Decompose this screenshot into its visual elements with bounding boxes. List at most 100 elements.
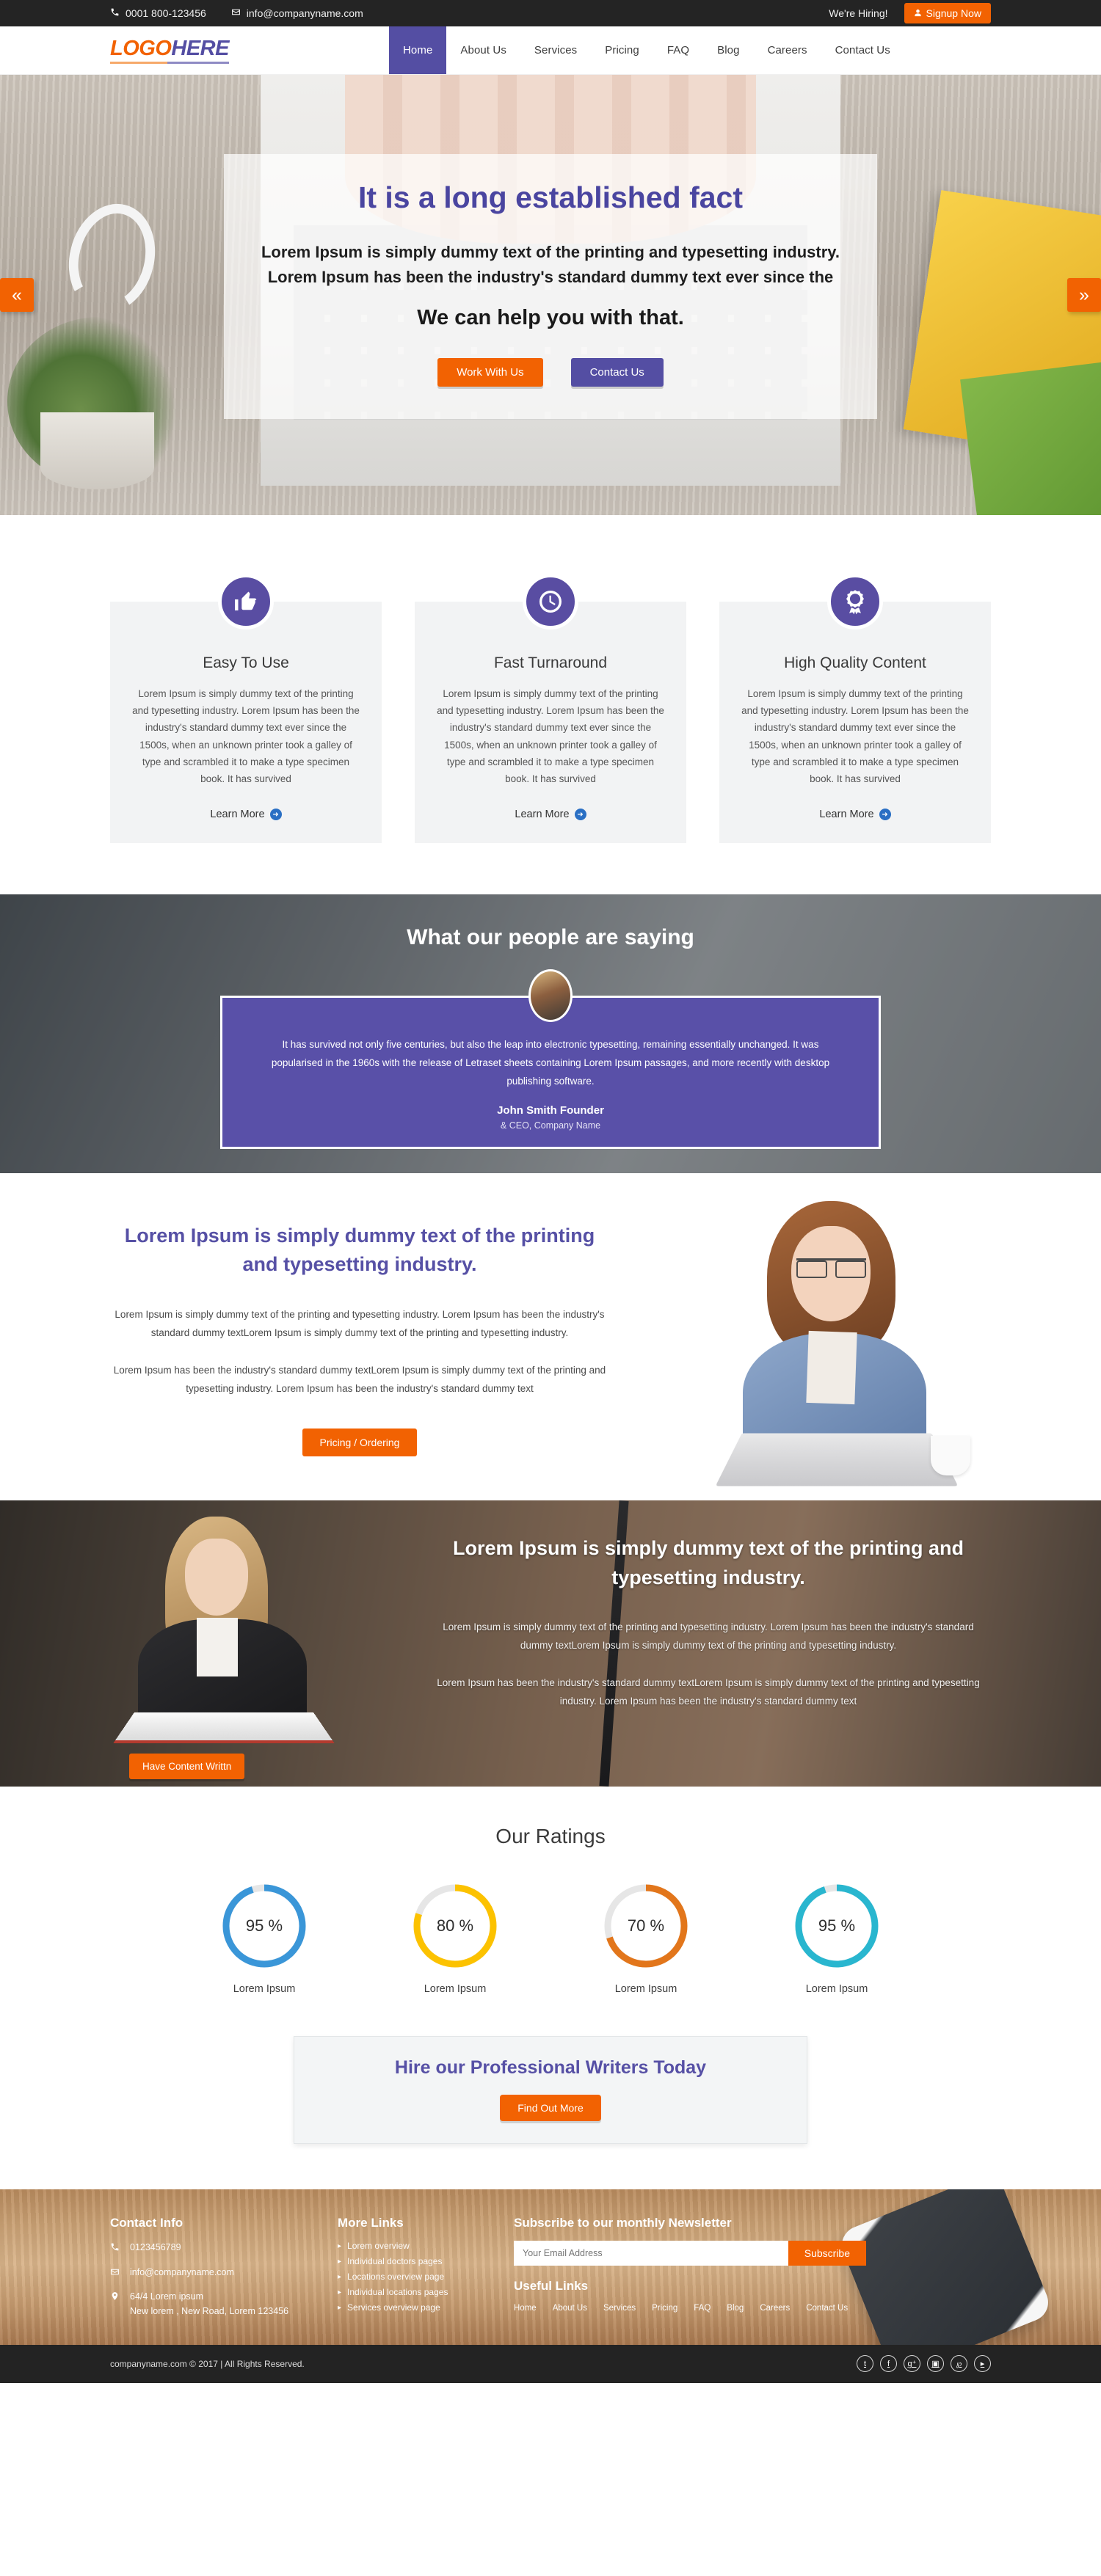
footer-contact-heading: Contact Info xyxy=(110,2216,184,2230)
nav-item-pricing[interactable]: Pricing xyxy=(591,26,653,74)
nav-item-about-us[interactable]: About Us xyxy=(446,26,520,74)
useful-link-careers[interactable]: Careers xyxy=(760,2304,790,2313)
learn-more-link[interactable]: Learn More ➜ xyxy=(819,809,891,821)
footer-email-item[interactable]: info@companyname.com xyxy=(110,2266,338,2281)
learn-more-link[interactable]: Learn More ➜ xyxy=(515,809,586,821)
footer-link[interactable]: Locations overview page xyxy=(347,2272,444,2282)
newsletter-form: Subscribe xyxy=(514,2241,866,2266)
award-ribbon-icon xyxy=(827,574,883,630)
rating-label: Lorem Ipsum xyxy=(233,1983,296,1996)
useful-link-blog[interactable]: Blog xyxy=(727,2304,744,2313)
useful-link-home[interactable]: Home xyxy=(514,2304,537,2313)
list-item: ▸ Lorem overview xyxy=(338,2241,514,2251)
have-content-written-button[interactable]: Have Content Writtn xyxy=(129,1754,245,1780)
footer-link[interactable]: Services overview page xyxy=(347,2302,440,2313)
user-icon xyxy=(914,7,922,19)
phone-icon xyxy=(110,7,120,19)
rating-value: 95 % xyxy=(245,1916,283,1935)
google-plus-icon[interactable]: g⁺ xyxy=(904,2355,920,2373)
top-bar-contacts: 0001 800-123456 info@companyname.com xyxy=(110,7,363,19)
useful-link-about-us[interactable]: About Us xyxy=(553,2304,587,2313)
nav-item-services[interactable]: Services xyxy=(520,26,591,74)
useful-link-contact-us[interactable]: Contact Us xyxy=(806,2304,848,2313)
list-item: ▸ Locations overview page xyxy=(338,2272,514,2282)
youtube-icon[interactable]: ▸ xyxy=(974,2355,991,2373)
carousel-next-icon[interactable]: » xyxy=(1067,278,1101,312)
feature-text: Lorem Ipsum is simply dummy text of the … xyxy=(437,688,664,785)
list-item: ▸ Individual doctors pages xyxy=(338,2256,514,2266)
subscribe-button[interactable]: Subscribe xyxy=(788,2241,866,2266)
thumbs-up-icon xyxy=(218,574,274,630)
about-paragraph-2: Lorem Ipsum has been the industry's stan… xyxy=(113,1364,606,1394)
topbar-phone[interactable]: 0001 800-123456 xyxy=(110,7,206,19)
content-writing-cta-section: Have Content Writtn Lorem Ipsum is simpl… xyxy=(0,1500,1101,1787)
rating-item: 70 % Lorem Ipsum xyxy=(591,1882,701,1995)
about-title: Lorem Ipsum is simply dummy text of the … xyxy=(124,1225,595,1276)
envelope-icon xyxy=(110,2266,120,2281)
find-out-more-button[interactable]: Find Out More xyxy=(500,2095,601,2122)
learn-more-label: Learn More xyxy=(210,809,265,821)
useful-link-faq[interactable]: FAQ xyxy=(694,2304,711,2313)
main-navbar: LOGOHERE Home About Us Services Pricing … xyxy=(0,26,1101,75)
footer-link[interactable]: Individual doctors pages xyxy=(347,2256,442,2266)
rating-label: Lorem Ipsum xyxy=(424,1983,487,1996)
work-with-us-button[interactable]: Work With Us xyxy=(437,358,543,387)
features-section: Easy To Use Lorem Ipsum is simply dummy … xyxy=(0,515,1101,895)
footer-link[interactable]: Lorem overview xyxy=(347,2241,410,2251)
arrow-right-icon: ➜ xyxy=(879,809,891,821)
testimonial-quote: It has survived not only five centuries,… xyxy=(271,1039,830,1087)
useful-link-pricing[interactable]: Pricing xyxy=(652,2304,677,2313)
useful-links-list: Home About Us Services Pricing FAQ Blog … xyxy=(514,2304,954,2313)
caret-right-icon: ▸ xyxy=(338,2288,342,2296)
testimonial-section: What our people are saying It has surviv… xyxy=(0,894,1101,1174)
useful-links-heading: Useful Links xyxy=(514,2279,589,2294)
hire-cta-title: Hire our Professional Writers Today xyxy=(394,2057,707,2079)
topbar-email[interactable]: info@companyname.com xyxy=(231,7,363,19)
rating-donut: 80 % xyxy=(411,1882,499,1970)
list-item: ▸ Individual locations pages xyxy=(338,2287,514,2297)
nav-menu: Home About Us Services Pricing FAQ Blog … xyxy=(389,26,904,74)
logo-text-primary: LOGO xyxy=(110,37,172,60)
pricing-ordering-button[interactable]: Pricing / Ordering xyxy=(302,1429,418,1457)
feature-text: Lorem Ipsum is simply dummy text of the … xyxy=(741,688,969,785)
footer-link[interactable]: Individual locations pages xyxy=(347,2287,448,2297)
nav-item-home[interactable]: Home xyxy=(389,26,447,74)
envelope-icon xyxy=(231,7,241,19)
instagram-icon[interactable]: ▣ xyxy=(927,2355,944,2373)
footer-address-line-1: 64/4 Lorem ipsum xyxy=(130,2291,204,2302)
twitter-icon[interactable]: t xyxy=(857,2355,873,2373)
footer-links-heading: More Links xyxy=(338,2216,404,2230)
facebook-icon[interactable]: f xyxy=(880,2355,897,2373)
footer-phone-item[interactable]: 0123456789 xyxy=(110,2241,338,2256)
list-item: ▸ Services overview page xyxy=(338,2302,514,2313)
top-bar-actions: We're Hiring! Signup Now xyxy=(829,3,991,23)
footer-newsletter-column: Subscribe to our monthly Newsletter Subs… xyxy=(514,2216,954,2327)
ratings-section: Our Ratings 95 % Lorem Ipsum 80 % Lorem Ips… xyxy=(0,1787,1101,2025)
feature-card-fast-turnaround: Fast Turnaround Lorem Ipsum is simply du… xyxy=(415,574,686,844)
signup-now-button[interactable]: Signup Now xyxy=(904,3,991,23)
contact-us-button[interactable]: Contact Us xyxy=(570,358,664,387)
caret-right-icon: ▸ xyxy=(338,2257,342,2266)
page-root: 0001 800-123456 info@companyname.com We'… xyxy=(0,0,1101,2383)
newsletter-email-input[interactable] xyxy=(514,2241,788,2266)
useful-link-services[interactable]: Services xyxy=(603,2304,636,2313)
nav-item-faq[interactable]: FAQ xyxy=(653,26,703,74)
feature-title: Fast Turnaround xyxy=(493,654,608,671)
carousel-prev-icon[interactable]: « xyxy=(0,278,34,312)
pinterest-icon[interactable]: ℘ xyxy=(951,2355,967,2373)
copyright-bar: companyname.com © 2017 | All Rights Rese… xyxy=(0,2344,1101,2383)
cta-paragraph-1: Lorem Ipsum is simply dummy text of the … xyxy=(443,1621,974,1651)
nav-item-blog[interactable]: Blog xyxy=(703,26,753,74)
rating-item: 80 % Lorem Ipsum xyxy=(400,1882,510,1995)
logo[interactable]: LOGOHERE xyxy=(110,26,389,74)
nav-item-contact-us[interactable]: Contact Us xyxy=(821,26,904,74)
learn-more-link[interactable]: Learn More ➜ xyxy=(210,809,282,821)
footer-more-links-column: More Links ▸ Lorem overview ▸ Individual d… xyxy=(338,2216,514,2327)
rating-item: 95 % Lorem Ipsum xyxy=(782,1882,892,1995)
cta-image: Have Content Writtn xyxy=(110,1500,404,1787)
hero-buttons: Work With Us Contact Us xyxy=(261,358,840,387)
nav-item-careers[interactable]: Careers xyxy=(754,26,821,74)
rating-value: 95 % xyxy=(818,1916,856,1935)
ratings-title: Our Ratings xyxy=(495,1825,606,1848)
hero-subtitle: Lorem Ipsum is simply dummy text of the … xyxy=(261,243,840,287)
